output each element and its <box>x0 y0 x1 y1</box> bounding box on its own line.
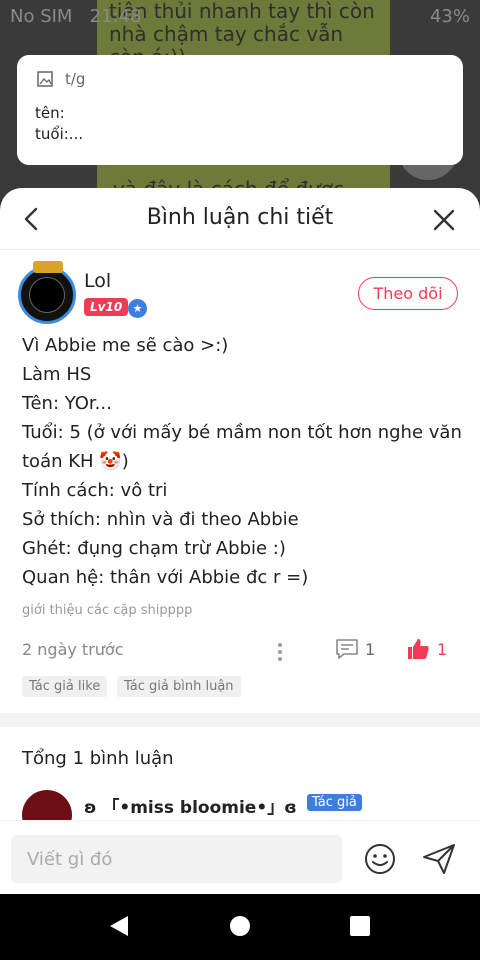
comments-total: Tổng 1 bình luận <box>22 748 174 769</box>
comment-line: Ghét: đụng chạm trừ Abbie :) <box>22 538 286 559</box>
medal-icon: ★ <box>128 299 147 318</box>
status-battery: 43% <box>429 6 470 27</box>
commenter-name[interactable]: ʚ 「•miss bloomie•」ɞ <box>84 793 297 818</box>
topic-link[interactable]: giới thiệu các cặp shipppp <box>22 603 192 618</box>
follow-button[interactable]: Theo dõi <box>358 277 458 310</box>
compose-bar <box>0 820 480 894</box>
thumbs-up-icon[interactable] <box>406 637 430 661</box>
avatar-image <box>29 277 65 313</box>
author-commented-chip: Tác giả bình luận <box>117 676 241 697</box>
sheet-header: Bình luận chi tiết <box>0 188 480 250</box>
comment-icon[interactable] <box>335 638 359 660</box>
comment-line: Sở thích: nhìn và đi theo Abbie <box>22 509 299 530</box>
close-icon[interactable] <box>430 206 458 234</box>
like-count: 1 <box>437 640 448 659</box>
comment-input[interactable] <box>11 835 342 883</box>
section-divider <box>0 713 480 727</box>
author-badge: Tác giả <box>307 794 362 811</box>
sheet-title: Bình luận chi tiết <box>146 205 334 230</box>
comment-detail-sheet: Bình luận chi tiết Lol Lv10 ★ Theo dõi V… <box>0 188 480 894</box>
status-carrier-time: No SIM 21:48 <box>10 6 142 27</box>
comment-line: Làm HS <box>22 364 92 385</box>
nav-back-icon[interactable] <box>108 914 130 938</box>
comment-line: Quan hệ: thân với Abbie đc r =) <box>22 567 309 588</box>
send-icon[interactable] <box>422 843 456 875</box>
image-icon <box>35 69 55 89</box>
comment-line: Vì Abbie me sẽ cào >:) <box>22 335 229 356</box>
nav-recents-icon[interactable] <box>350 916 370 936</box>
comment-body: Vì Abbie me sẽ cào >:) Làm HS Tên: YOr..… <box>22 331 462 592</box>
comment-count: 1 <box>365 640 376 659</box>
avatar-frame-crown <box>33 261 63 273</box>
preview-tag: t/g <box>65 70 86 88</box>
comment-line: Tính cách: vô tri <box>22 480 168 501</box>
author-name[interactable]: Lol <box>84 270 111 292</box>
post-time: 2 ngày trước <box>22 640 124 659</box>
comment-line: Tên: YOr... <box>22 393 112 414</box>
author-avatar[interactable] <box>18 261 76 324</box>
level-badge: Lv10 <box>84 298 129 316</box>
author-liked-chip: Tác giả like <box>22 676 108 697</box>
comment-line: Tuổi: 5 (ở với mấy bé mầm non tốt hơn ng… <box>22 422 468 472</box>
more-options-icon[interactable] <box>272 640 288 662</box>
reply-preview-card[interactable]: t/g tên: tuổi:... <box>17 55 463 165</box>
emoji-icon[interactable] <box>364 843 396 875</box>
preview-text: tên: tuổi:... <box>35 104 84 143</box>
system-nav-bar <box>0 894 480 960</box>
nav-home-icon[interactable] <box>230 916 250 936</box>
